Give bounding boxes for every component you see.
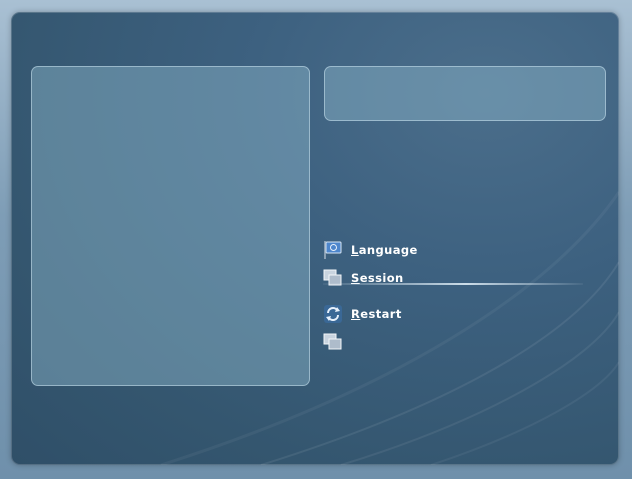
unlabeled-menu-item[interactable] — [323, 331, 343, 353]
windows-icon — [323, 332, 343, 352]
restart-menu-item[interactable]: Restart — [323, 303, 402, 325]
language-flag-icon — [323, 240, 343, 260]
greeting-panel — [324, 66, 606, 121]
language-menu-item[interactable]: Language — [323, 239, 418, 261]
restart-arrows-icon — [323, 304, 343, 324]
face-browser-panel — [31, 66, 310, 386]
menu-divider — [323, 283, 583, 285]
restart-label: Restart — [351, 307, 402, 321]
login-window — [11, 12, 619, 465]
session-menu-item[interactable]: Session — [323, 267, 404, 289]
language-label: Language — [351, 243, 418, 257]
session-windows-icon — [323, 268, 343, 288]
